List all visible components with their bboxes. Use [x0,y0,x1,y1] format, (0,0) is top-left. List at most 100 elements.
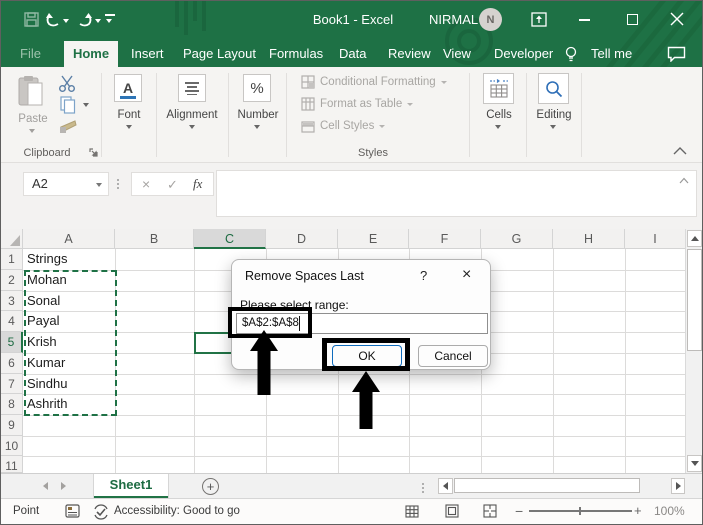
cancel-button[interactable]: Cancel [418,345,488,367]
scroll-down-icon[interactable] [687,455,702,472]
column-header-d[interactable]: D [266,229,338,249]
scroll-left-icon[interactable] [438,478,453,494]
cell-styles-button[interactable]: Cell Styles [301,119,386,133]
tab-insert[interactable]: Insert [131,41,164,67]
clipboard-dialog-launcher-icon[interactable] [89,148,99,158]
zoom-out-icon[interactable]: − [515,503,523,519]
row-header-11[interactable]: 11 [1,456,23,473]
format-painter-icon[interactable] [59,118,77,134]
tab-file[interactable]: File [20,41,41,67]
paste-icon[interactable] [17,75,47,109]
font-group-label[interactable]: Font [103,109,155,121]
maximize-button[interactable] [627,14,638,25]
sheet-tab-sheet1[interactable]: Sheet1 [93,474,169,499]
column-header-c[interactable]: C [194,229,266,249]
tab-view[interactable]: View [443,41,471,67]
cancel-entry-icon[interactable]: × [142,176,150,192]
row-header-9[interactable]: 9 [1,415,23,436]
redo-dropdown-icon[interactable] [95,19,101,23]
tab-data[interactable]: Data [339,41,366,67]
page-break-view-icon[interactable] [483,504,497,518]
alignment-group-icon[interactable] [178,74,206,102]
conditional-formatting-button[interactable]: Conditional Formatting [301,75,447,89]
row-header-2[interactable]: 2 [1,270,23,291]
column-header-g[interactable]: G [481,229,553,249]
alignment-group-chevron-icon[interactable] [189,125,195,129]
column-header-b[interactable]: B [115,229,194,249]
editing-group-label[interactable]: Editing [527,109,581,121]
editing-group-icon[interactable] [538,73,569,104]
cells-group-label[interactable]: Cells [473,109,525,121]
account-name[interactable]: NIRMAL [429,12,478,27]
column-header-a[interactable]: A [23,229,115,249]
undo-icon[interactable] [45,12,62,27]
paste-dropdown-icon[interactable] [29,129,35,133]
zoom-slider-track[interactable] [529,510,632,512]
zoom-level[interactable]: 100% [654,504,685,518]
zoom-slider-handle[interactable] [579,507,581,515]
accessibility-status[interactable]: Accessibility: Good to go [114,505,240,517]
insert-function-icon[interactable]: fx [193,176,202,192]
name-box[interactable]: A2 [23,172,109,196]
save-icon[interactable] [24,12,39,27]
normal-view-icon[interactable] [405,505,419,518]
tabbar-splitter[interactable] [422,481,424,495]
column-header-e[interactable]: E [338,229,409,249]
comment-icon[interactable] [667,46,686,62]
number-group-chevron-icon[interactable] [254,125,260,129]
format-as-table-button[interactable]: Format as Table [301,97,414,111]
tell-me-bulb-icon[interactable] [564,46,578,63]
cut-icon[interactable] [58,75,76,92]
macro-record-icon[interactable] [65,504,80,518]
column-header-f[interactable]: F [409,229,481,249]
font-group-icon[interactable]: A [114,74,142,102]
dialog-close-icon[interactable]: × [462,266,471,284]
zoom-in-icon[interactable]: + [634,503,642,518]
enter-entry-icon[interactable]: ✓ [167,177,178,193]
cells-group-chevron-icon[interactable] [495,125,501,129]
font-group-chevron-icon[interactable] [126,125,132,129]
vertical-scrollbar[interactable] [685,229,702,473]
copy-dropdown-icon[interactable] [83,103,89,107]
customize-qat-icon[interactable] [105,14,115,16]
paste-button[interactable]: Paste [15,113,51,125]
scroll-right-icon[interactable] [671,478,685,494]
avatar[interactable]: N [479,8,502,31]
row-header-3[interactable]: 3 [1,291,23,311]
number-group-label[interactable]: Number [228,109,288,121]
formula-bar-splitter[interactable] [117,177,119,191]
row-header-1[interactable]: 1 [1,249,23,270]
number-group-icon[interactable]: % [243,74,271,102]
dialog-help-button[interactable]: ? [420,268,427,283]
tab-developer[interactable]: Developer [494,41,553,67]
formula-input[interactable] [216,170,697,217]
row-header-4[interactable]: 4 [1,311,23,332]
tab-formulas[interactable]: Formulas [269,41,323,67]
alignment-group-label[interactable]: Alignment [156,109,228,121]
vertical-scroll-thumb[interactable] [687,249,702,351]
name-box-dropdown-icon[interactable] [96,183,102,187]
add-sheet-button[interactable]: + [202,478,219,495]
minimize-button[interactable] [579,11,590,21]
column-header-i[interactable]: I [625,229,685,249]
select-all-corner[interactable] [1,229,23,249]
ribbon-display-options-icon[interactable] [531,12,547,27]
tab-review[interactable]: Review [388,41,431,67]
tell-me-label[interactable]: Tell me [591,41,632,67]
tab-home[interactable]: Home [64,41,118,67]
formula-bar-expand-icon[interactable] [679,177,689,184]
collapse-ribbon-icon[interactable] [673,146,687,155]
undo-dropdown-icon[interactable] [63,19,69,23]
accessibility-icon[interactable] [93,504,109,520]
customize-qat-chevron-icon[interactable] [106,19,112,23]
row-header-5[interactable]: 5 [1,332,23,353]
page-layout-view-icon[interactable] [445,504,459,518]
row-header-8[interactable]: 8 [1,394,23,415]
scroll-up-icon[interactable] [687,230,702,247]
horizontal-scrollbar[interactable] [438,478,685,494]
cells-group-icon[interactable] [483,73,514,104]
row-header-7[interactable]: 7 [1,374,23,394]
column-header-h[interactable]: H [553,229,625,249]
sheet-nav-left-icon[interactable] [43,482,48,490]
editing-group-chevron-icon[interactable] [550,125,556,129]
